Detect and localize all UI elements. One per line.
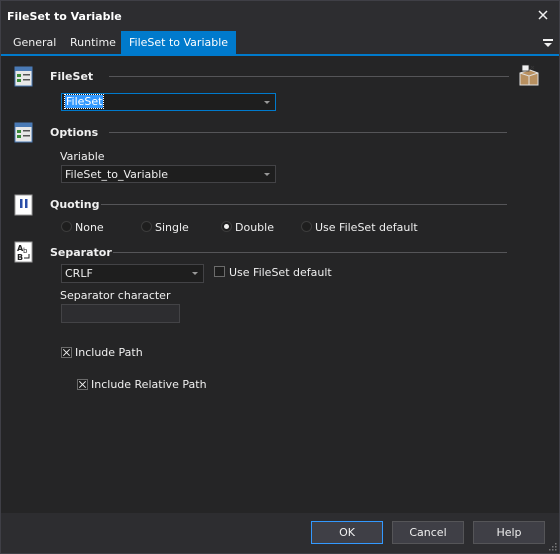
include-relative-path-label: Include Relative Path — [91, 378, 207, 391]
include-relative-path-checkbox[interactable] — [77, 379, 88, 390]
variable-combo-value: FileSet_to_Variable — [65, 168, 169, 181]
separator-icon: A b B — [13, 241, 35, 263]
separator-combo-value: CRLF — [65, 267, 93, 280]
fileset-divider — [109, 76, 509, 77]
fileset-icon — [13, 66, 35, 88]
options-section-title: Options — [50, 126, 99, 139]
chevron-down-icon[interactable] — [260, 95, 274, 109]
tab-general[interactable]: General — [7, 31, 62, 54]
tab-strip: General Runtime FileSet to Variable — [1, 31, 559, 56]
fileset-combo-value: FileSet — [63, 94, 105, 109]
separator-combo[interactable]: CRLF — [61, 264, 204, 283]
help-button[interactable]: Help — [473, 521, 545, 544]
tab-fileset-to-variable[interactable]: FileSet to Variable — [121, 31, 237, 54]
svg-text:b: b — [23, 247, 28, 255]
chevron-down-icon[interactable] — [260, 167, 274, 181]
separator-character-input[interactable] — [61, 304, 180, 323]
ok-button[interactable]: OK — [311, 521, 383, 544]
include-path-checkbox[interactable] — [61, 347, 72, 358]
chevron-down-icon[interactable] — [188, 266, 202, 280]
quoting-single-radio[interactable] — [141, 221, 152, 232]
variable-label: Variable — [60, 150, 105, 163]
fileset-section-title: FileSet — [50, 70, 94, 83]
tab-runtime[interactable]: Runtime — [64, 31, 122, 54]
resize-grip-icon[interactable] — [547, 541, 557, 551]
separator-use-default-checkbox[interactable] — [214, 266, 225, 277]
quoting-fileset-default-radio[interactable] — [301, 221, 312, 232]
close-icon[interactable] — [535, 7, 551, 23]
quoting-divider — [101, 204, 507, 205]
svg-text:B: B — [17, 253, 23, 262]
options-icon — [13, 122, 35, 144]
quoting-none-label: None — [75, 221, 104, 234]
quoting-fileset-default-label: Use FileSet default — [315, 221, 418, 234]
quoting-section-title: Quoting — [50, 198, 100, 211]
dialog-window: FileSet to Variable General Runtime File… — [0, 0, 560, 554]
content-panel: FileSet FileSet Options Variable FileSet… — [1, 56, 559, 513]
quote-icon — [13, 194, 35, 216]
fileset-combo[interactable]: FileSet — [61, 93, 276, 111]
separator-divider — [113, 252, 507, 253]
quoting-double-label: Double — [235, 221, 274, 234]
variable-combo[interactable]: FileSet_to_Variable — [61, 165, 276, 183]
separator-character-label: Separator character — [60, 289, 171, 302]
quoting-double-radio[interactable] — [221, 221, 232, 232]
title-bar: FileSet to Variable — [1, 1, 559, 31]
separator-use-default-label: Use FileSet default — [229, 266, 332, 279]
quoting-single-label: Single — [155, 221, 189, 234]
tab-menu-icon[interactable] — [543, 38, 553, 48]
options-divider — [109, 132, 507, 133]
button-bar: OK Cancel Help — [1, 513, 559, 553]
separator-section-title: Separator — [50, 246, 112, 259]
include-path-label: Include Path — [75, 346, 143, 359]
variable-inspector-icon[interactable] — [517, 64, 541, 88]
window-title: FileSet to Variable — [7, 10, 122, 23]
quoting-none-radio[interactable] — [61, 221, 72, 232]
cancel-button[interactable]: Cancel — [392, 521, 464, 544]
